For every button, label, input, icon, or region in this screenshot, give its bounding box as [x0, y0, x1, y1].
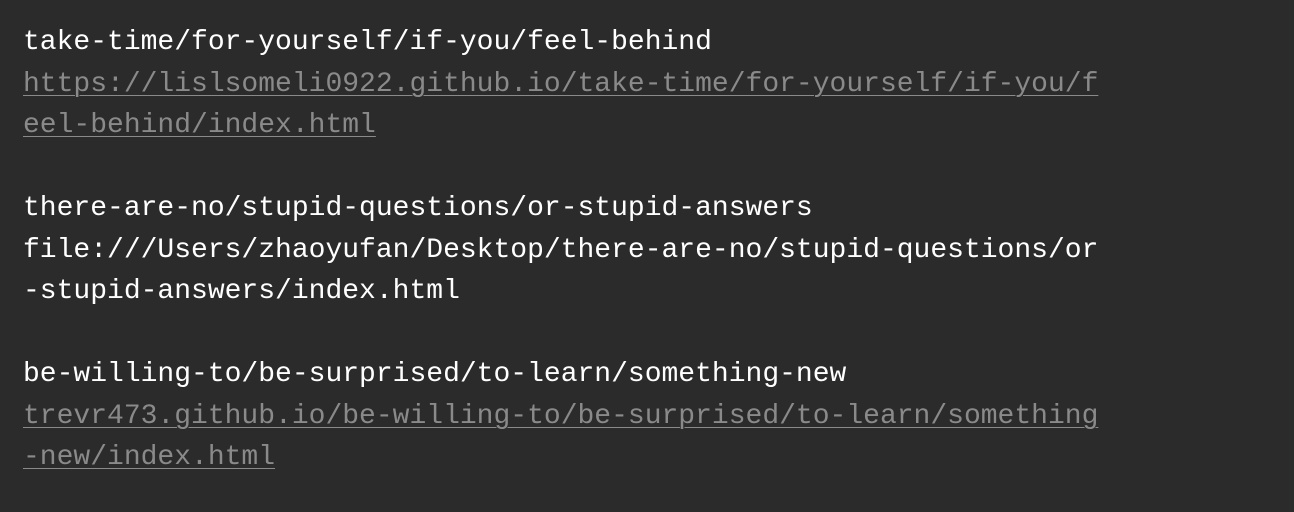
entry-url-text-line: -stupid-answers/index.html — [23, 276, 460, 307]
list-item: there-are-no/stupid-questions/or-stupid-… — [23, 188, 1263, 313]
entry-title: take-time/for-yourself/if-you/feel-behin… — [23, 27, 712, 58]
link-list: take-time/for-yourself/if-you/feel-behin… — [0, 0, 1294, 512]
entry-url-link-line[interactable]: trevr473.github.io/be-willing-to/be-surp… — [23, 401, 1098, 432]
list-item: be-willing-to/be-surprised/to-learn/some… — [23, 354, 1263, 479]
entry-url[interactable]: https://lislsomeli0922.github.io/take-ti… — [23, 64, 1263, 147]
entry-url-link-line[interactable]: -new/index.html — [23, 442, 275, 473]
entry-url[interactable]: trevr473.github.io/be-willing-to/be-surp… — [23, 396, 1263, 479]
entry-url-link-line[interactable]: https://lislsomeli0922.github.io/take-ti… — [23, 69, 1098, 100]
entry-title: be-willing-to/be-surprised/to-learn/some… — [23, 359, 847, 390]
entry-title: there-are-no/stupid-questions/or-stupid-… — [23, 193, 813, 224]
entry-url-text-line: file:///Users/zhaoyufan/Desktop/there-ar… — [23, 234, 1099, 266]
entry-url: file:///Users/zhaoyufan/Desktop/there-ar… — [23, 230, 1263, 313]
entry-url-link-line[interactable]: eel-behind/index.html — [23, 110, 376, 141]
list-item: take-time/for-yourself/if-you/feel-behin… — [23, 22, 1263, 147]
